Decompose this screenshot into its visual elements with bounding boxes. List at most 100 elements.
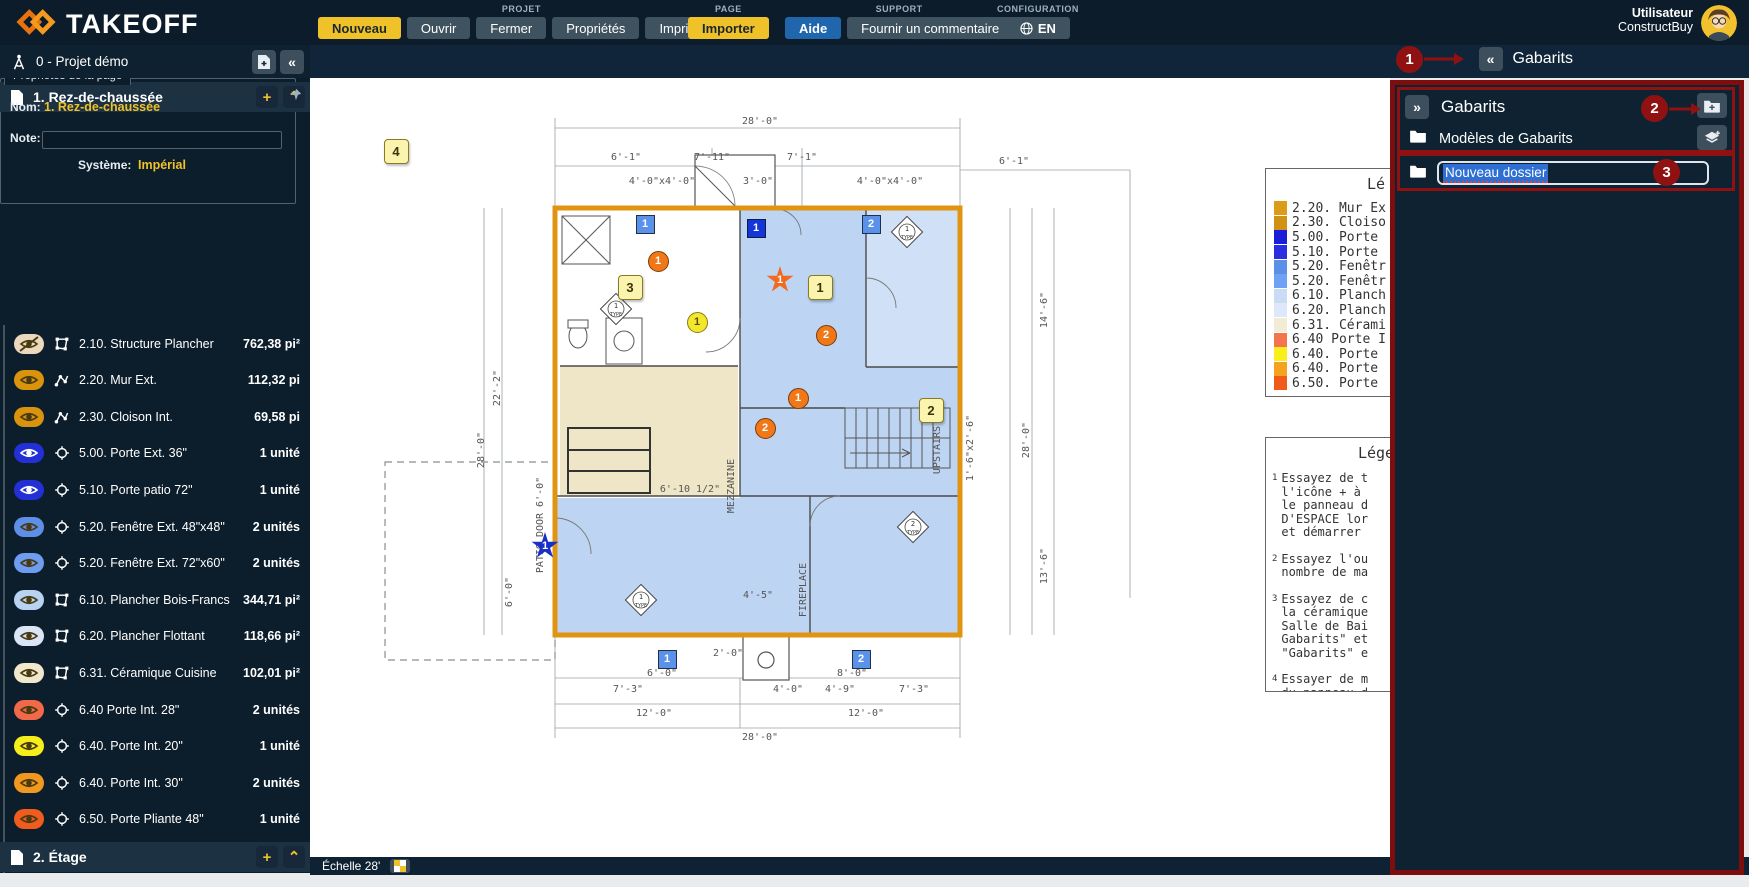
importer-button[interactable]: Importer xyxy=(688,17,769,39)
floor-plan: 28'-0"6'-1"7'-11"7'-1"6'-1"4'-0"x4'-0"3'… xyxy=(310,78,1390,857)
visibility-eye-icon[interactable] xyxy=(14,590,44,610)
tab-page-properties[interactable]: Propriétés de la page xyxy=(4,78,131,85)
item-label: 6.40 Porte Int. 28" xyxy=(79,703,253,717)
add-takeoff-button[interactable]: + xyxy=(256,846,278,868)
collapse-panel-button[interactable]: « xyxy=(1479,47,1503,71)
visibility-eye-icon[interactable] xyxy=(14,553,44,573)
collapse-sidebar-button[interactable]: « xyxy=(280,50,304,74)
aide-button[interactable]: Aide xyxy=(785,17,841,39)
visibility-eye-icon[interactable] xyxy=(14,700,44,720)
fermer-button[interactable]: Fermer xyxy=(476,17,546,39)
door-count-marker[interactable]: 1 xyxy=(687,312,708,333)
takeoff-item[interactable]: 2.20. Mur Ext.112,32 pi xyxy=(0,362,310,399)
visibility-eye-icon[interactable] xyxy=(14,407,44,427)
note-input[interactable] xyxy=(42,131,282,149)
visibility-eye-icon[interactable] xyxy=(14,736,44,756)
legend-swatch xyxy=(1274,216,1287,230)
note-item: 3Essayez de c la céramique Salle de Bai … xyxy=(1272,593,1390,661)
note-marker[interactable]: 4 xyxy=(384,139,409,164)
takeoff-item[interactable]: 5.20. Fenêtre Ext. 48"x48"2 unités xyxy=(0,508,310,545)
fournir-un-commentaire-button[interactable]: Fournir un commentaire xyxy=(847,17,1013,39)
area-type-icon xyxy=(54,628,70,644)
propri-t-s-button[interactable]: Propriétés xyxy=(552,17,639,39)
section-header-etage[interactable]: 2. Étage + ⌃ xyxy=(0,842,310,872)
door-count-marker[interactable]: 1 xyxy=(788,388,809,409)
legend-item: 6.40. Porte xyxy=(1266,347,1390,362)
nom-label: Nom: xyxy=(10,100,41,114)
add-page-button[interactable] xyxy=(252,50,276,74)
app-window: TAKEOFF PROJETNouveauOuvrirFermerProprié… xyxy=(0,0,1749,887)
scale-checkerboard-icon[interactable] xyxy=(390,859,410,873)
svg-text:7'-1": 7'-1" xyxy=(787,152,817,163)
legend-item: 2.30. Cloiso xyxy=(1266,216,1390,231)
item-label: 6.10. Plancher Bois-Francs xyxy=(79,593,243,607)
area-type-icon xyxy=(54,665,70,681)
expand-panel-button[interactable]: » xyxy=(1405,95,1429,119)
window-count-marker[interactable]: 2 xyxy=(852,650,871,669)
pin-icon[interactable] xyxy=(289,88,302,106)
collapse-section-button[interactable]: ⌃ xyxy=(283,846,305,868)
visibility-eye-icon[interactable] xyxy=(14,517,44,537)
menu-group-support: SUPPORT Aide Fournir un commentaire xyxy=(785,4,1013,39)
group-label: PAGE xyxy=(715,4,742,14)
avatar[interactable] xyxy=(1701,5,1737,41)
system-value[interactable]: Impérial xyxy=(138,158,186,172)
takeoff-item[interactable]: 6.10. Plancher Bois-Francs344,71 pi² xyxy=(0,581,310,618)
window-count-marker[interactable]: 2 xyxy=(862,215,881,234)
top-bar: TAKEOFF PROJETNouveauOuvrirFermerProprié… xyxy=(0,0,1749,45)
visibility-eye-icon[interactable] xyxy=(14,773,44,793)
item-value: 1 unité xyxy=(260,446,300,460)
menu-group-configuration: CONFIGURATIONEN xyxy=(997,4,1079,39)
takeoff-item[interactable]: 6.50. Porte Pliante 48"1 unité xyxy=(0,801,310,838)
page-name-value[interactable]: 1. Rez-de-chaussée xyxy=(44,100,160,114)
group-label: SUPPORT xyxy=(876,4,923,14)
door-count-marker[interactable]: 2 xyxy=(816,325,837,346)
user-block[interactable]: Utilisateur ConstructBuy xyxy=(1618,6,1693,34)
add-takeoff-button[interactable]: + xyxy=(256,86,278,108)
visibility-eye-icon[interactable] xyxy=(14,663,44,683)
models-folder-row[interactable]: Modèles de Gabarits xyxy=(1409,129,1573,148)
takeoff-item[interactable]: 2.10. Structure Plancher762,38 pi² xyxy=(0,325,310,362)
nouveau-button[interactable]: Nouveau xyxy=(318,17,401,39)
visibility-eye-icon[interactable] xyxy=(14,480,44,500)
takeoff-item[interactable]: 5.20. Fenêtre Ext. 72"x60"2 unités xyxy=(0,545,310,582)
app-title: TAKEOFF xyxy=(66,9,198,40)
door-count-marker[interactable]: 2 xyxy=(755,418,776,439)
en-button[interactable]: EN xyxy=(1006,17,1070,39)
takeoff-item[interactable]: 6.20. Plancher Flottant118,66 pi² xyxy=(0,618,310,655)
item-value: 118,66 pi² xyxy=(244,629,300,643)
visibility-eye-icon[interactable] xyxy=(14,370,44,390)
item-value: 2 unités xyxy=(253,520,300,534)
pages-sidebar: 1. Rez-de-chaussée + ⌃ Propriétés de la … xyxy=(0,78,310,873)
add-folder-button[interactable] xyxy=(1697,93,1727,118)
annotation-arrow-2 xyxy=(1669,102,1701,121)
takeoff-item[interactable]: 6.40. Porte Int. 20"1 unité xyxy=(0,728,310,765)
legend-swatch xyxy=(1274,274,1287,288)
takeoff-item[interactable]: 5.00. Porte Ext. 36"1 unité xyxy=(0,435,310,472)
takeoff-item[interactable]: 5.10. Porte patio 72"1 unité xyxy=(0,471,310,508)
visibility-eye-icon[interactable] xyxy=(14,809,44,829)
visibility-eye-icon[interactable] xyxy=(14,443,44,463)
window-count-marker[interactable]: 1 xyxy=(658,650,677,669)
door-count-marker[interactable]: 1 xyxy=(648,251,669,272)
ouvrir-button[interactable]: Ouvrir xyxy=(407,17,470,39)
window-count-marker[interactable]: 1 xyxy=(636,215,655,234)
scale-label: Échelle 28' xyxy=(322,859,380,873)
visibility-eye-off-icon[interactable] xyxy=(14,334,44,354)
svg-text:2'-0": 2'-0" xyxy=(713,648,743,659)
visibility-eye-icon[interactable] xyxy=(14,626,44,646)
count-type-icon xyxy=(54,738,70,754)
takeoff-item[interactable]: 2.30. Cloison Int.69,58 pi xyxy=(0,398,310,435)
takeoff-item[interactable]: 6.40. Porte Int. 30"2 unités xyxy=(0,764,310,801)
gabarits-panel: » Gabarits Modèles de Gabarits Nouveau d… xyxy=(1390,80,1744,875)
legend-item: 5.00. Porte xyxy=(1266,230,1390,245)
note-marker[interactable]: 2 xyxy=(919,398,944,423)
note-marker[interactable]: 3 xyxy=(618,275,643,300)
legend-swatch xyxy=(1274,260,1287,274)
drawing-canvas[interactable]: 28'-0"6'-1"7'-11"7'-1"6'-1"4'-0"x4'-0"3'… xyxy=(310,78,1390,857)
add-template-button[interactable] xyxy=(1697,125,1727,150)
note-marker[interactable]: 1 xyxy=(808,275,833,300)
takeoff-item[interactable]: 6.31. Céramique Cuisine102,01 pi² xyxy=(0,654,310,691)
takeoff-item[interactable]: 6.40 Porte Int. 28"2 unités xyxy=(0,691,310,728)
door-count-marker[interactable]: 1 xyxy=(747,219,766,238)
